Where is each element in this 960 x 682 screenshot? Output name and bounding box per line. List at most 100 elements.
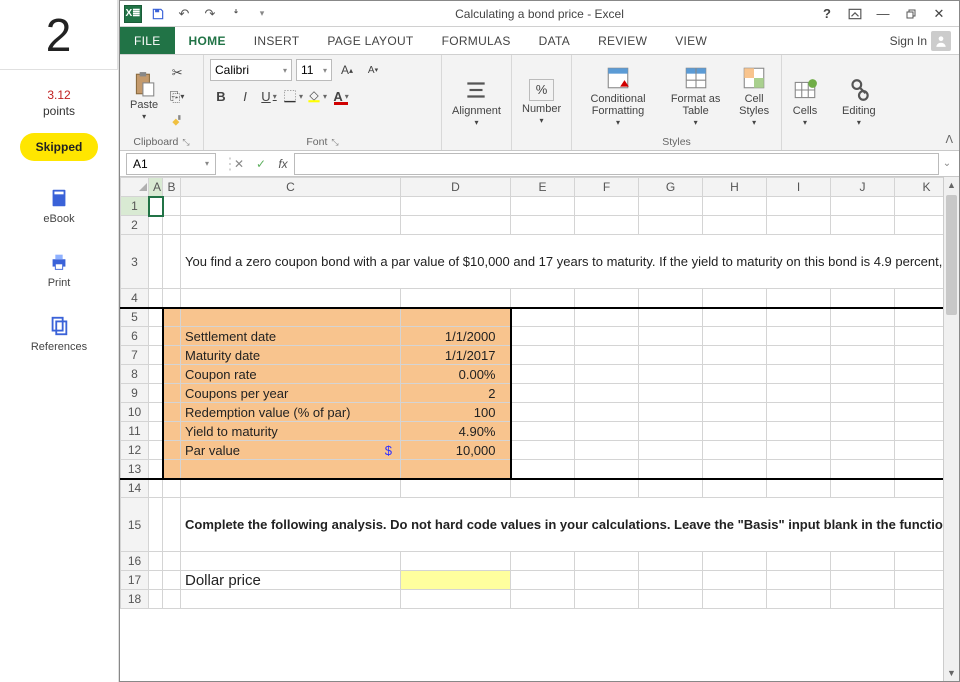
col-header[interactable]: F bbox=[575, 178, 639, 197]
sign-in-link[interactable]: Sign In bbox=[890, 34, 927, 48]
skipped-badge[interactable]: Skipped bbox=[20, 133, 99, 161]
sidebar-item-ebook[interactable]: eBook bbox=[43, 187, 74, 225]
enter-formula-button[interactable]: ✓ bbox=[250, 153, 272, 175]
row-header[interactable]: 8 bbox=[121, 365, 149, 384]
row-header[interactable]: 15 bbox=[121, 498, 149, 552]
fill-color-button[interactable] bbox=[306, 85, 328, 107]
minimize-button[interactable]: — bbox=[871, 4, 895, 24]
grow-font-button[interactable]: A▴ bbox=[336, 59, 358, 81]
row-header[interactable]: 9 bbox=[121, 384, 149, 403]
tab-data[interactable]: DATA bbox=[525, 27, 584, 54]
col-header[interactable]: J bbox=[831, 178, 895, 197]
alignment-button[interactable]: Alignment▾ bbox=[448, 75, 505, 130]
shrink-font-button[interactable]: A▾ bbox=[362, 59, 384, 81]
help-button[interactable]: ? bbox=[815, 4, 839, 24]
input-value[interactable]: 4.90% bbox=[401, 422, 511, 441]
tab-view[interactable]: VIEW bbox=[661, 27, 721, 54]
select-all-button[interactable] bbox=[121, 178, 149, 197]
input-value[interactable]: 100 bbox=[401, 403, 511, 422]
col-header[interactable]: B bbox=[163, 178, 181, 197]
row-header[interactable]: 7 bbox=[121, 346, 149, 365]
cancel-formula-button[interactable]: ✕ bbox=[228, 153, 250, 175]
spreadsheet-grid[interactable]: A B C D E F G H I J K 1 2 3You find a ze… bbox=[120, 177, 959, 609]
formula-input[interactable] bbox=[294, 153, 939, 175]
row-header[interactable]: 13 bbox=[121, 460, 149, 479]
tab-page-layout[interactable]: PAGE LAYOUT bbox=[313, 27, 427, 54]
paste-button[interactable]: Paste▾ bbox=[126, 69, 162, 124]
bold-button[interactable]: B bbox=[210, 85, 232, 107]
problem-text: You find a zero coupon bond with a par v… bbox=[181, 235, 959, 289]
vertical-scrollbar[interactable]: ▲ ▼ bbox=[943, 177, 959, 681]
borders-button[interactable] bbox=[282, 85, 304, 107]
font-name-select[interactable]: Calibri▾ bbox=[210, 59, 292, 81]
format-painter-button[interactable] bbox=[166, 110, 188, 132]
undo-button[interactable]: ↶ bbox=[174, 4, 194, 24]
row-header[interactable]: 10 bbox=[121, 403, 149, 422]
row-header[interactable]: 14 bbox=[121, 479, 149, 498]
save-icon[interactable] bbox=[148, 4, 168, 24]
ribbon-display-button[interactable] bbox=[843, 4, 867, 24]
row-header[interactable]: 2 bbox=[121, 216, 149, 235]
row-header[interactable]: 5 bbox=[121, 308, 149, 327]
number-button[interactable]: %Number▾ bbox=[518, 77, 565, 128]
row-header[interactable]: 4 bbox=[121, 289, 149, 308]
col-header[interactable]: H bbox=[703, 178, 767, 197]
col-header[interactable]: I bbox=[767, 178, 831, 197]
input-value[interactable]: 0.00% bbox=[401, 365, 511, 384]
italic-button[interactable]: I bbox=[234, 85, 256, 107]
copy-button[interactable]: ⎘▾ bbox=[166, 86, 188, 108]
row-header[interactable]: 11 bbox=[121, 422, 149, 441]
row-header[interactable]: 1 bbox=[121, 197, 149, 216]
scroll-up-button[interactable]: ▲ bbox=[944, 177, 959, 193]
font-size-select[interactable]: 11▾ bbox=[296, 59, 332, 81]
input-value[interactable]: 1/1/2000 bbox=[401, 327, 511, 346]
cut-button[interactable]: ✂ bbox=[166, 62, 188, 84]
touch-mode-button[interactable] bbox=[226, 4, 246, 24]
cell-A1[interactable] bbox=[149, 197, 163, 216]
conditional-formatting-button[interactable]: Conditional Formatting▾ bbox=[578, 63, 658, 130]
tab-formulas[interactable]: FORMULAS bbox=[428, 27, 525, 54]
sidebar-item-references[interactable]: References bbox=[31, 315, 87, 353]
col-header[interactable]: D bbox=[401, 178, 511, 197]
underline-button[interactable]: U bbox=[258, 85, 280, 107]
dialog-launcher-icon[interactable]: ⤡ bbox=[182, 137, 189, 148]
tab-home[interactable]: HOME bbox=[175, 27, 240, 54]
row-header[interactable]: 3 bbox=[121, 235, 149, 289]
redo-button[interactable]: ↷ bbox=[200, 4, 220, 24]
cell-styles-button[interactable]: Cell Styles▾ bbox=[733, 63, 775, 130]
input-value[interactable]: 10,000 bbox=[401, 441, 511, 460]
name-box[interactable]: A1▾ bbox=[126, 153, 216, 175]
col-header[interactable]: C bbox=[181, 178, 401, 197]
tab-insert[interactable]: INSERT bbox=[240, 27, 314, 54]
row-header[interactable]: 17 bbox=[121, 571, 149, 590]
col-header[interactable]: G bbox=[639, 178, 703, 197]
scroll-down-button[interactable]: ▼ bbox=[944, 665, 959, 681]
question-number: 2 bbox=[46, 8, 72, 62]
editing-button[interactable]: Editing▾ bbox=[838, 75, 880, 130]
format-as-table-button[interactable]: Format as Table▾ bbox=[666, 63, 725, 130]
row-header[interactable]: 6 bbox=[121, 327, 149, 346]
font-color-button[interactable]: A bbox=[330, 85, 352, 107]
restore-button[interactable] bbox=[899, 4, 923, 24]
row-header[interactable]: 18 bbox=[121, 590, 149, 609]
insert-function-button[interactable]: fx bbox=[272, 153, 294, 175]
scroll-thumb[interactable] bbox=[946, 195, 957, 315]
col-header[interactable]: E bbox=[511, 178, 575, 197]
tab-review[interactable]: REVIEW bbox=[584, 27, 661, 54]
qat-customize-button[interactable]: ▾ bbox=[252, 4, 272, 24]
book-icon bbox=[48, 187, 70, 209]
row-header[interactable]: 16 bbox=[121, 552, 149, 571]
cells-button[interactable]: Cells▾ bbox=[788, 75, 822, 130]
sidebar-item-print[interactable]: Print bbox=[48, 251, 71, 289]
dialog-launcher-icon[interactable]: ⤡ bbox=[331, 137, 338, 148]
close-button[interactable]: ✕ bbox=[927, 4, 951, 24]
collapse-ribbon-button[interactable]: ᐱ bbox=[945, 133, 953, 146]
expand-formula-bar-button[interactable]: ⌄ bbox=[939, 158, 955, 169]
col-header[interactable]: A bbox=[149, 178, 163, 197]
input-value[interactable]: 1/1/2017 bbox=[401, 346, 511, 365]
avatar-icon[interactable] bbox=[931, 31, 951, 51]
dollar-price-cell[interactable] bbox=[401, 571, 511, 590]
row-header[interactable]: 12 bbox=[121, 441, 149, 460]
input-value[interactable]: 2 bbox=[401, 384, 511, 403]
tab-file[interactable]: FILE bbox=[120, 27, 175, 54]
